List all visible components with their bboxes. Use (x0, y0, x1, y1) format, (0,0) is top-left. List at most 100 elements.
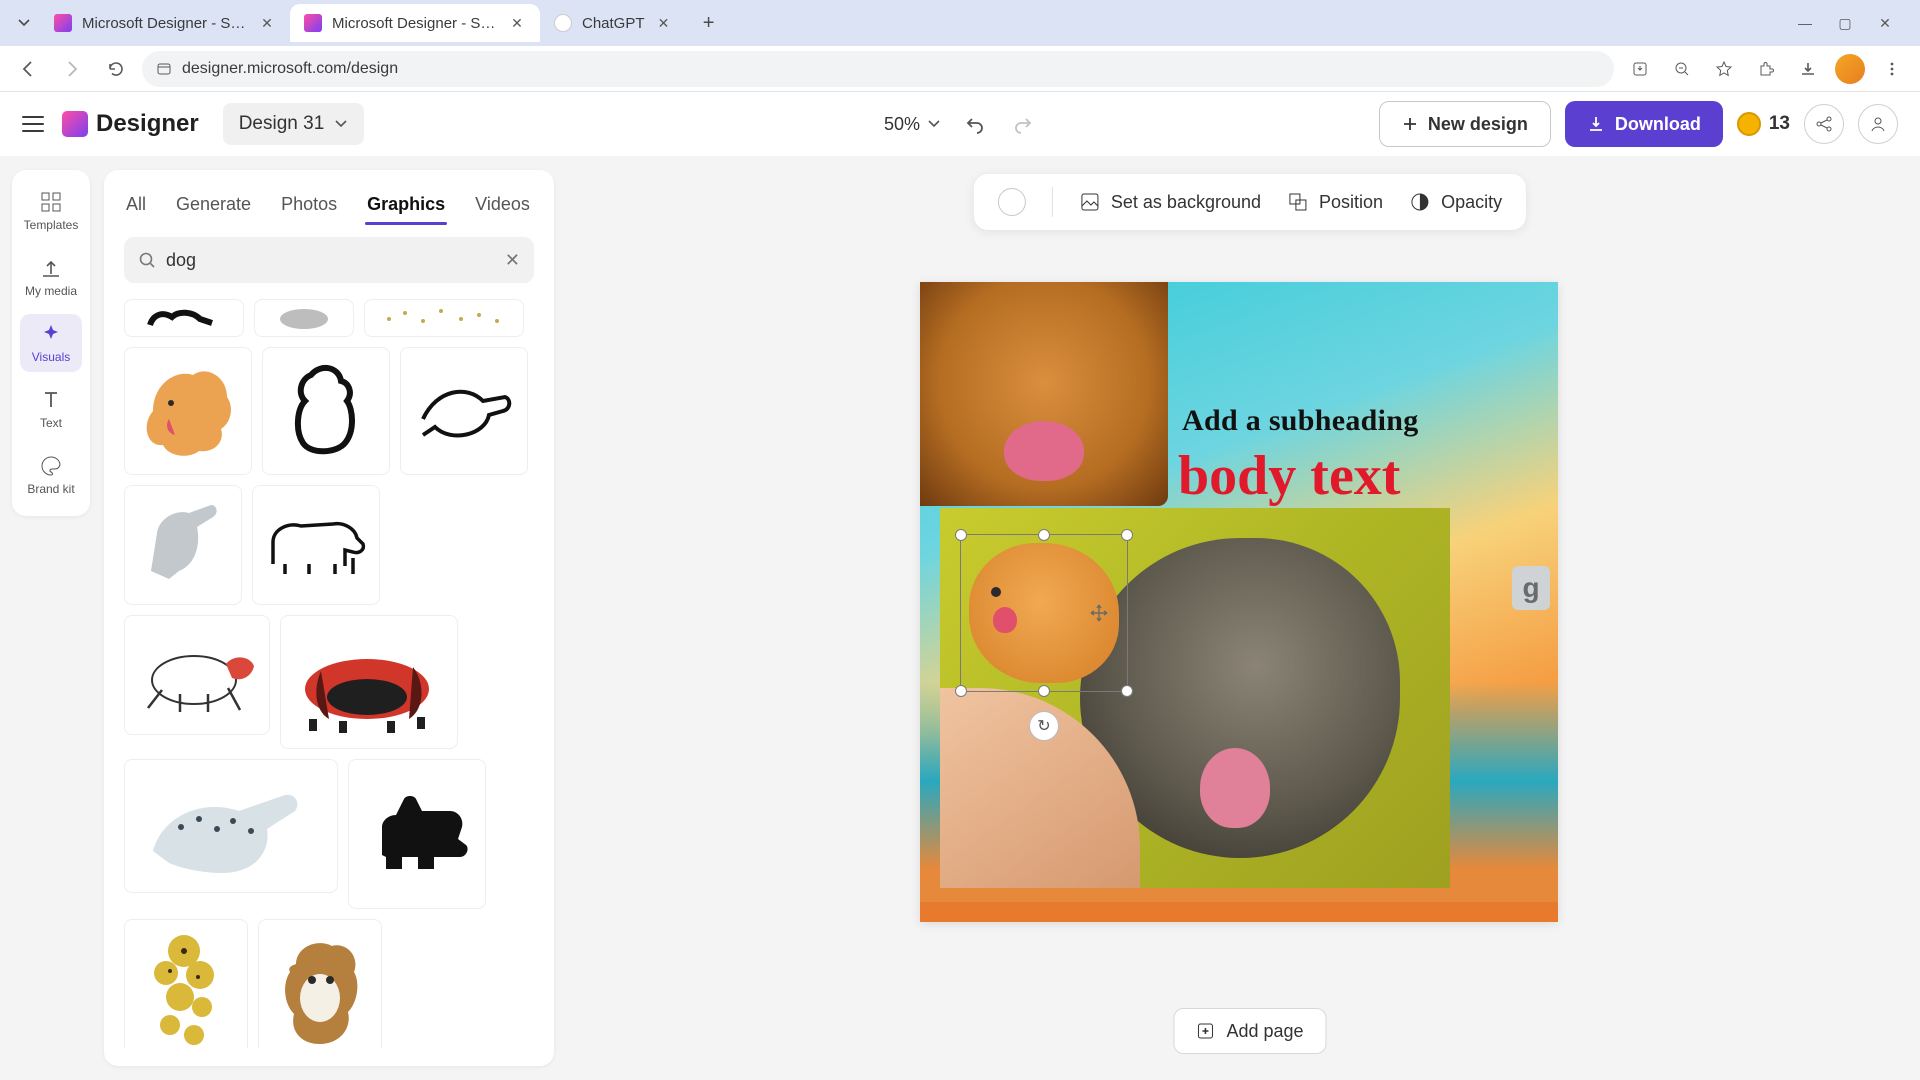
reload-button[interactable] (98, 51, 134, 87)
download-button[interactable]: Download (1565, 101, 1723, 147)
install-app-button[interactable] (1622, 51, 1658, 87)
close-tab-icon[interactable]: ✕ (655, 14, 673, 32)
designer-logo-icon (62, 111, 88, 137)
clear-search-button[interactable]: ✕ (505, 250, 520, 271)
new-design-button[interactable]: New design (1379, 101, 1551, 147)
visuals-panel: All Generate Photos Graphics Videos ✕ (104, 170, 554, 1066)
url-field[interactable]: designer.microsoft.com/design (142, 51, 1614, 87)
header-center: 50% (884, 111, 1036, 137)
dog-silhouette-icon (144, 305, 224, 331)
graphic-thumb[interactable] (252, 485, 380, 605)
graphic-thumb[interactable] (254, 299, 354, 337)
graphic-thumb[interactable] (280, 615, 458, 749)
tab-title: Microsoft Designer - Stunning (82, 15, 248, 32)
forward-button[interactable] (54, 51, 90, 87)
basset-hound-icon (289, 627, 449, 737)
back-button[interactable] (10, 51, 46, 87)
graphic-thumb[interactable] (400, 347, 528, 475)
graphic-thumb[interactable] (124, 759, 338, 893)
browser-tab[interactable]: Microsoft Designer - Stunning ✕ (290, 4, 540, 42)
panel-tab-generate[interactable]: Generate (174, 188, 253, 221)
zoom-indicator-button[interactable] (1664, 51, 1700, 87)
rail-text[interactable]: Text (20, 380, 82, 438)
close-tab-icon[interactable]: ✕ (508, 14, 526, 32)
bookmark-button[interactable] (1706, 51, 1742, 87)
resize-handle-tm[interactable] (1038, 529, 1050, 541)
share-button[interactable] (1804, 104, 1844, 144)
menu-button[interactable] (22, 116, 44, 132)
download-icon (1587, 115, 1605, 133)
panel-tab-photos[interactable]: Photos (279, 188, 339, 221)
rail-my-media[interactable]: My media (20, 248, 82, 306)
graphic-thumb[interactable] (124, 299, 244, 337)
extensions-button[interactable] (1748, 51, 1784, 87)
panel-tab-videos[interactable]: Videos (473, 188, 532, 221)
position-button[interactable]: Position (1287, 191, 1383, 213)
canvas-body-text[interactable]: body text (1178, 444, 1400, 508)
tab-title: ChatGPT (582, 15, 645, 32)
profile-button[interactable] (1832, 51, 1868, 87)
redo-button[interactable] (1010, 111, 1036, 137)
dog-sitting-outline-icon (281, 361, 371, 461)
graphic-thumb[interactable] (258, 919, 382, 1048)
search-box[interactable]: ✕ (124, 237, 534, 283)
close-window-icon[interactable]: ✕ (1876, 15, 1894, 32)
panel-tab-all[interactable]: All (124, 188, 148, 221)
resize-handle-tl[interactable] (955, 529, 967, 541)
panel-tab-graphics[interactable]: Graphics (365, 188, 447, 221)
credits-badge[interactable]: 13 (1737, 112, 1790, 136)
browser-tab[interactable]: Microsoft Designer - Stunning ✕ (40, 4, 290, 42)
rail-visuals[interactable]: Visuals (20, 314, 82, 372)
rotate-handle[interactable]: ↻ (1029, 711, 1059, 741)
address-actions (1622, 51, 1910, 87)
canvas-glyph[interactable]: g (1512, 566, 1550, 610)
downloads-button[interactable] (1790, 51, 1826, 87)
graphic-thumb[interactable] (364, 299, 524, 337)
context-toolbar: Set as background Position Opacity (974, 174, 1526, 230)
upload-icon (39, 256, 63, 280)
new-tab-button[interactable]: + (693, 7, 725, 39)
canvas-dog-face-image[interactable] (920, 282, 1168, 506)
jack-russell-icon (132, 630, 262, 720)
rail-brand-kit[interactable]: Brand kit (20, 446, 82, 504)
workspace: Templates My media Visuals Text Brand ki… (0, 156, 1920, 1080)
left-rail: Templates My media Visuals Text Brand ki… (12, 170, 90, 516)
canvas-subheading-text[interactable]: Add a subheading (1182, 404, 1419, 438)
set-as-background-button[interactable]: Set as background (1079, 191, 1261, 213)
resize-handle-br[interactable] (1121, 685, 1133, 697)
graphic-thumb[interactable] (124, 919, 248, 1048)
search-results[interactable] (124, 299, 534, 1048)
account-button[interactable] (1858, 104, 1898, 144)
brand[interactable]: Designer (62, 110, 199, 138)
graphic-thumb[interactable] (124, 615, 270, 735)
zoom-dropdown[interactable]: 50% (884, 114, 940, 135)
search-input[interactable] (166, 250, 495, 271)
resize-handle-bl[interactable] (955, 685, 967, 697)
graphic-thumb[interactable] (124, 347, 252, 475)
rail-templates[interactable]: Templates (20, 182, 82, 240)
tab-search-dropdown[interactable] (8, 7, 40, 39)
arrow-right-icon (63, 60, 81, 78)
dog-dots-icon (379, 305, 509, 331)
opacity-button[interactable]: Opacity (1409, 191, 1502, 213)
color-swatch[interactable] (998, 188, 1026, 216)
add-page-button[interactable]: Add page (1173, 1008, 1326, 1054)
design-name-dropdown[interactable]: Design 31 (223, 103, 365, 145)
resize-handle-tr[interactable] (1121, 529, 1133, 541)
selection-box[interactable]: ↻ (960, 534, 1128, 692)
site-info-icon[interactable] (156, 61, 172, 77)
minimize-icon[interactable]: — (1796, 15, 1814, 32)
chrome-menu-button[interactable] (1874, 51, 1910, 87)
plus-square-icon (1196, 1022, 1214, 1040)
graphic-thumb[interactable] (124, 485, 242, 605)
resize-handle-bm[interactable] (1038, 685, 1050, 697)
browser-tab[interactable]: ChatGPT ✕ (540, 4, 687, 42)
undo-button[interactable] (962, 111, 988, 137)
graphic-thumb[interactable] (348, 759, 486, 909)
maximize-icon[interactable]: ▢ (1836, 15, 1854, 32)
design-canvas[interactable]: Add a subheading body text g ↻ (920, 282, 1558, 922)
canvas-area[interactable]: Set as background Position Opacity Add a… (580, 156, 1920, 1080)
close-tab-icon[interactable]: ✕ (258, 14, 276, 32)
graphic-thumb[interactable] (262, 347, 390, 475)
undo-icon (964, 113, 986, 135)
